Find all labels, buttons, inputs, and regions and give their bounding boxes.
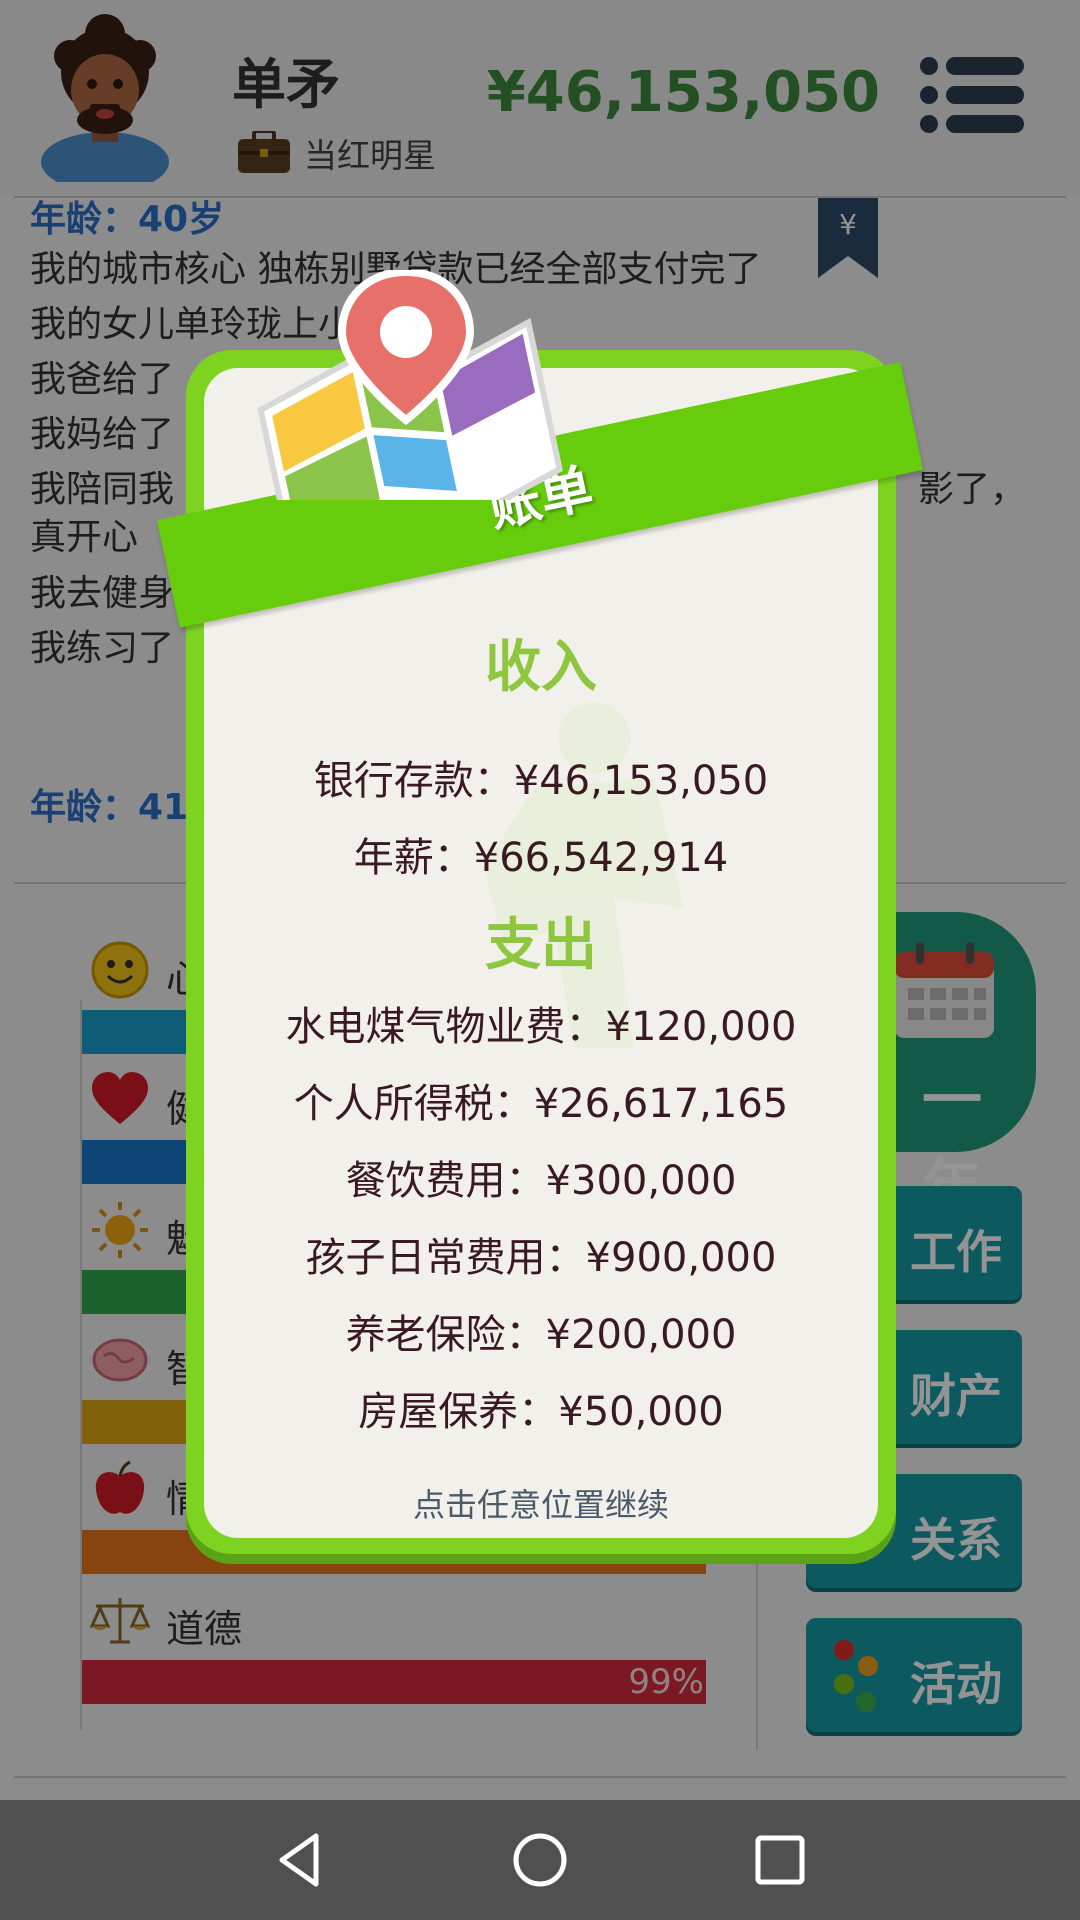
expense-title: 支出: [485, 913, 597, 978]
pension-line: 养老保险：¥200,000: [345, 1312, 737, 1358]
recents-icon[interactable]: [750, 1830, 810, 1890]
home-icon[interactable]: [510, 1830, 570, 1890]
income-tax-line: 个人所得税：¥26,617,165: [293, 1081, 789, 1127]
back-icon[interactable]: [270, 1830, 330, 1890]
utilities-line: 水电煤气物业费：¥120,000: [285, 1004, 797, 1050]
map-pin-icon: [257, 270, 563, 500]
system-nav-bar: [0, 1800, 1080, 1920]
continue-hint[interactable]: 点击任意位置继续: [186, 1480, 896, 1526]
salary-line: 年薪：¥66,542,914: [353, 835, 729, 881]
child-expenses-line: 孩子日常费用：¥900,000: [305, 1235, 777, 1281]
bank-deposit-line: 银行存款：¥46,153,050: [313, 758, 769, 804]
income-title: 收入: [485, 635, 597, 700]
dining-line: 餐饮费用：¥300,000: [345, 1158, 737, 1204]
maintenance-line: 房屋保养：¥50,000: [358, 1389, 724, 1435]
